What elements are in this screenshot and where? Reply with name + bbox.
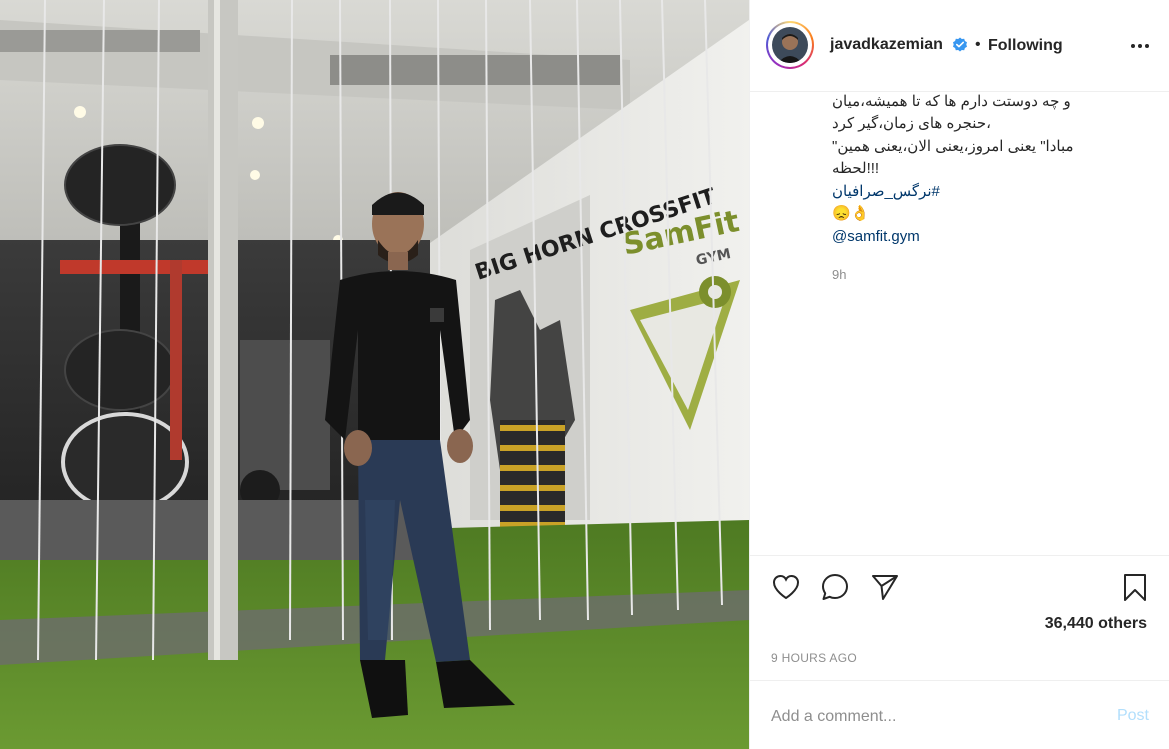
likes-count[interactable]: 36,440 others bbox=[1045, 615, 1147, 633]
plyo-boxes bbox=[500, 420, 565, 535]
comment-bar: Post bbox=[750, 680, 1169, 749]
paper-plane-icon[interactable] bbox=[870, 572, 900, 602]
story-ring[interactable] bbox=[766, 21, 814, 69]
caption-line-2: ،حنجره های زمان،گیر کرد bbox=[832, 115, 991, 132]
comment-input[interactable] bbox=[771, 705, 1091, 729]
avatar[interactable] bbox=[772, 27, 808, 63]
comment-icon[interactable] bbox=[820, 572, 850, 602]
bookmark-icon[interactable] bbox=[1120, 572, 1150, 602]
post-header: javadkazemian • Following bbox=[750, 0, 1169, 92]
caption-line-4: !!!لحظه bbox=[832, 160, 880, 177]
action-bar bbox=[750, 555, 1169, 615]
post-photo[interactable]: BIG HORN CROSSFIT SamFit GYM bbox=[0, 0, 749, 749]
hashtag-link[interactable]: #نرگس_صرافیان bbox=[832, 182, 940, 200]
caption-line-1: و چه دوستت دارم ها که تا همیشه،میان bbox=[832, 93, 1071, 110]
following-button[interactable]: Following bbox=[988, 37, 1063, 55]
post-side-panel: javadkazemian • Following و چه دوستت دار… bbox=[749, 0, 1169, 749]
heart-icon[interactable] bbox=[771, 572, 801, 602]
header-separator: • bbox=[975, 36, 981, 53]
gym-photo-illustration: BIG HORN CROSSFIT SamFit GYM bbox=[0, 0, 749, 749]
caption-emojis: 😞👌 bbox=[832, 205, 870, 222]
caption-age[interactable]: 9h bbox=[832, 267, 846, 282]
post-timestamp[interactable]: 9 HOURS AGO bbox=[771, 651, 857, 665]
caption-line-3: مبادا" یعنی امروز،یعنی الان،یعنی همین" bbox=[832, 138, 1074, 155]
post-comment-button[interactable]: Post bbox=[1117, 707, 1149, 725]
verified-badge-icon bbox=[952, 37, 968, 53]
more-horizontal-icon[interactable] bbox=[1128, 36, 1152, 56]
caption-area: و چه دوستت دارم ها که تا همیشه،میان ،حنج… bbox=[766, 92, 1154, 552]
mention-link[interactable]: @samfit.gym bbox=[832, 228, 920, 245]
username-link[interactable]: javadkazemian bbox=[830, 36, 943, 54]
